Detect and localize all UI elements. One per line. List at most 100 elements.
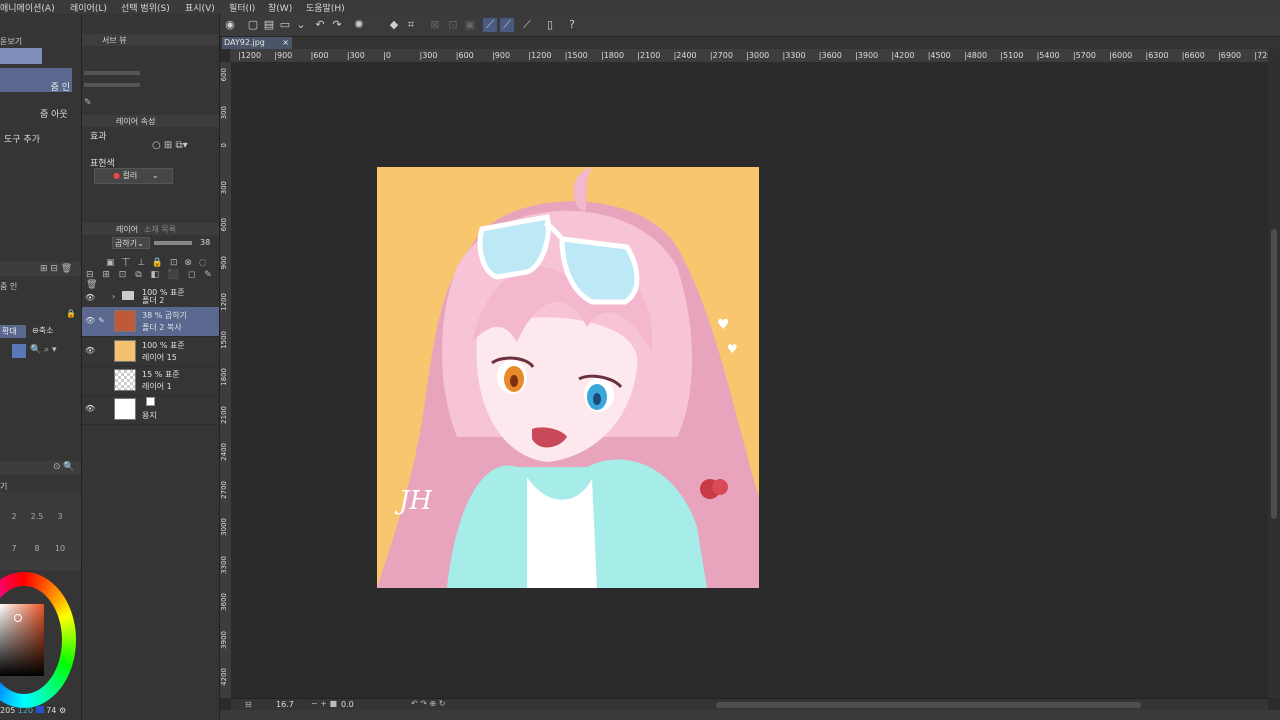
- layers-tab[interactable]: 레이어: [116, 224, 138, 235]
- canvas-area[interactable]: ♥ ♥ JH: [231, 62, 1268, 698]
- fill-icon[interactable]: ◆: [387, 18, 401, 32]
- hue-value: 205: [0, 706, 16, 715]
- opacity-value[interactable]: 38: [200, 238, 210, 247]
- layer-row-paper[interactable]: 👁 용지: [82, 395, 219, 425]
- layer-name: 폴더 2 복사: [142, 323, 182, 332]
- rotate-buttons[interactable]: ↶ ↷ ⊕ ↻: [411, 699, 445, 708]
- menu-selection[interactable]: 선택 범위(S): [121, 1, 170, 14]
- brush-size-7[interactable]: 7: [6, 544, 22, 553]
- undo-icon[interactable]: ↶: [313, 18, 327, 32]
- layer-row-folder-2-copy[interactable]: 👁 ✎ 38 % 곱하기 폴더 2 복사: [82, 307, 219, 337]
- vertical-scroll-thumb[interactable]: [1271, 229, 1277, 519]
- layer-row-layer-15[interactable]: 👁 100 % 표준 레이어 15: [82, 337, 219, 367]
- close-tab-icon[interactable]: ×: [282, 37, 289, 49]
- brush-size-palette: 2 2.5 3 7 8 10: [0, 492, 81, 568]
- vertical-scrollbar[interactable]: [1268, 49, 1280, 698]
- layer-row-layer-1[interactable]: · 15 % 표준 레이어 1: [82, 366, 219, 396]
- eyedropper-icon[interactable]: ✎: [84, 98, 92, 108]
- folder-expand-icon[interactable]: ›: [112, 292, 115, 301]
- brush-size-8[interactable]: 8: [29, 544, 45, 553]
- effect-icons[interactable]: ○ ⊞ ⧉▾: [152, 140, 188, 151]
- clip-studio-icon[interactable]: ▯: [543, 18, 557, 32]
- ruler-tick-label: 2700: [220, 480, 228, 499]
- zoom-slider-icon[interactable]: ⊟: [245, 700, 252, 709]
- layer-blend-text: 100 % 표준: [142, 341, 185, 350]
- visibility-eye-icon[interactable]: 👁: [85, 317, 95, 325]
- document-tab[interactable]: DAY92.jpg ×: [222, 37, 292, 49]
- brush-size-2-5[interactable]: 2.5: [29, 512, 45, 521]
- ruler-tick-label: |5400: [1036, 51, 1060, 60]
- app-icon[interactable]: ◉: [223, 18, 237, 32]
- navigator-slider[interactable]: [84, 71, 140, 75]
- snap-ruler-icon[interactable]: ⟋: [483, 18, 497, 32]
- expression-color-select[interactable]: ● 컬러 ⌄: [94, 168, 173, 184]
- artwork-canvas[interactable]: ♥ ♥ JH: [377, 167, 759, 588]
- navigator-slider-2[interactable]: [84, 83, 140, 87]
- ruler-tick-label: 3900: [220, 630, 228, 649]
- export-icon[interactable]: ⌄: [294, 18, 308, 32]
- ruler-tick-label: |3000: [746, 51, 770, 60]
- zoom-buttons[interactable]: − + ■: [311, 699, 337, 708]
- menu-window[interactable]: 창(W): [268, 1, 292, 14]
- footer-icons[interactable]: ⊞ ⊟ 🗑: [40, 264, 72, 274]
- color-settings-icon[interactable]: ⚙: [59, 706, 66, 715]
- navigator-tab[interactable]: 서브 뷰: [102, 35, 127, 46]
- navigator-tabbar: 서브 뷰: [82, 34, 219, 46]
- ruler-tick-label: |300: [419, 51, 438, 60]
- zoom-out-option[interactable]: 줌 아웃: [40, 107, 68, 120]
- ruler-tick-label: 1200: [220, 293, 228, 311]
- zoom-value[interactable]: 16.7: [276, 700, 294, 709]
- opacity-slider[interactable]: [154, 241, 192, 245]
- horizontal-scroll-thumb[interactable]: [716, 702, 1141, 708]
- layer-blend-text: 15 % 표준: [142, 370, 180, 379]
- layer-lock-icons[interactable]: ▣ 丅 ⊥ 🔒 ⊡ ⊗ ◌: [106, 255, 209, 268]
- ruler-tick-label: |7200: [1254, 51, 1268, 60]
- brush-size-10[interactable]: 10: [52, 544, 68, 553]
- menu-animation[interactable]: 애니메이션(A): [0, 1, 55, 14]
- add-tool-option[interactable]: 도구 추가: [4, 132, 40, 145]
- bottom-bar: [220, 710, 1280, 720]
- menu-filter[interactable]: 필터(I): [229, 1, 255, 14]
- ruler-tick-label: |2100: [637, 51, 661, 60]
- zoom-tool-icon[interactable]: [12, 344, 26, 358]
- color-picker-handle[interactable]: [14, 614, 22, 622]
- visibility-eye-icon[interactable]: 👁: [85, 405, 95, 413]
- zoom-in-label: 줌 인: [50, 83, 70, 93]
- zoom-mode-icons[interactable]: 🔍 ⌕ ▾: [30, 345, 57, 355]
- brush-size-3[interactable]: 3: [52, 512, 68, 521]
- new-file-icon[interactable]: ▢: [246, 18, 260, 32]
- ruler-tick-label: 3300: [220, 555, 228, 574]
- shrink-tab[interactable]: ⊖축소: [32, 325, 53, 336]
- ruler-tick-label: 2400: [220, 443, 228, 461]
- menu-view[interactable]: 표시(V): [185, 1, 215, 14]
- clear-icon[interactable]: ✺: [352, 18, 366, 32]
- help-icon[interactable]: ?: [565, 18, 579, 32]
- redo-icon[interactable]: ↷: [330, 18, 344, 32]
- color-square[interactable]: [0, 604, 44, 676]
- visibility-eye-icon[interactable]: 👁: [85, 347, 95, 355]
- ruler-tick-label: 300: [220, 180, 228, 194]
- blend-mode-value: 곱하기: [115, 239, 138, 248]
- command-toolbar: ◉ ▢ ▤ ▭ ⌄ ↶ ↷ ✺ ◆ ⌗ ⊠ ⊡ ▣ ⟋ ⟋ ⟋ ▯ ?: [220, 14, 1280, 37]
- brush-size-2[interactable]: 2: [6, 512, 22, 521]
- menu-layer[interactable]: 레이어(L): [70, 1, 107, 14]
- angle-value[interactable]: 0.0: [341, 700, 354, 709]
- pen-icon: ✎: [98, 316, 105, 325]
- transform-icon[interactable]: ⌗: [404, 18, 418, 32]
- snap-grid-icon[interactable]: ⟋: [520, 18, 534, 32]
- color-panel-tabs[interactable]: [0, 560, 81, 570]
- ruler-tick-label: |4500: [927, 51, 951, 60]
- folder-icon: [122, 291, 134, 300]
- menu-help[interactable]: 도움말(H): [306, 1, 345, 14]
- zoom-in-option[interactable]: 줌 인: [0, 68, 72, 93]
- enlarge-tab[interactable]: 확대: [0, 325, 26, 338]
- blend-mode-select[interactable]: 곱하기⌄: [112, 237, 150, 249]
- visibility-hidden-icon[interactable]: ·: [85, 376, 95, 384]
- save-icon[interactable]: ▭: [278, 18, 292, 32]
- property-footer-icons[interactable]: ⊙ 🔍: [53, 462, 75, 472]
- material-tab[interactable]: 소재 목록: [144, 224, 176, 235]
- visibility-eye-icon[interactable]: 👁: [85, 294, 95, 302]
- open-file-icon[interactable]: ▤: [262, 18, 276, 32]
- menu-bar: 애니메이션(A) 레이어(L) 선택 범위(S) 표시(V) 필터(I) 창(W…: [0, 0, 1280, 15]
- snap-special-ruler-icon[interactable]: ⟋: [500, 18, 514, 32]
